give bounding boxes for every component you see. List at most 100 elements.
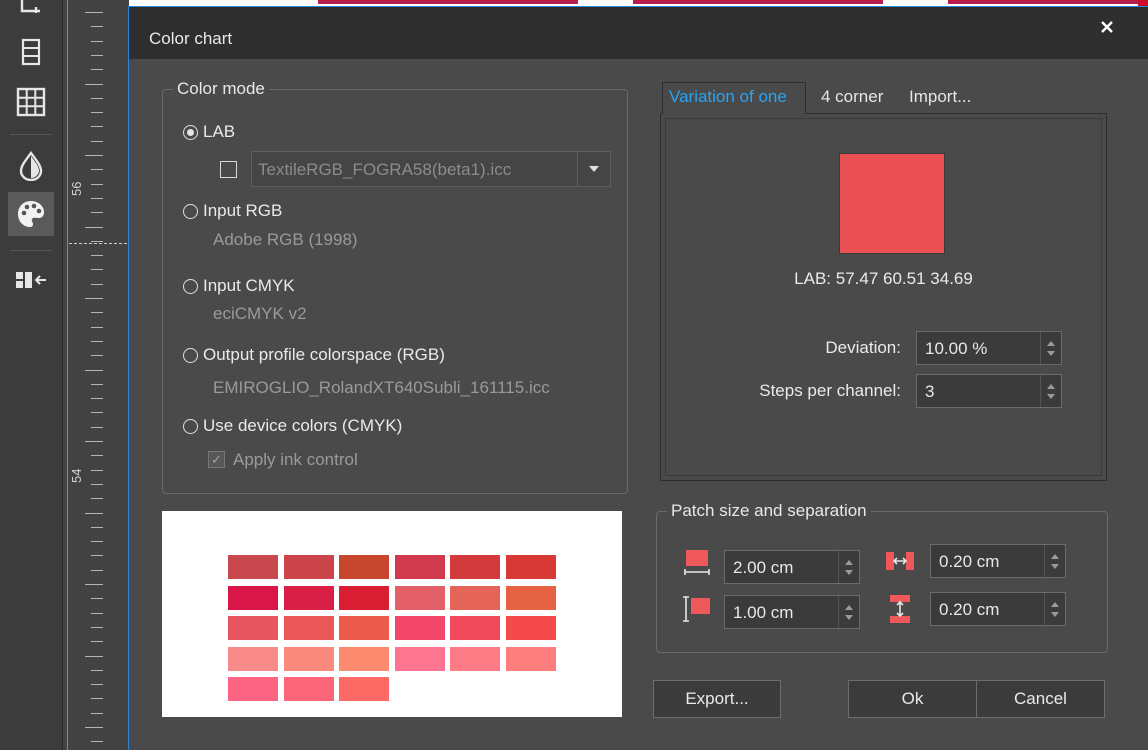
patch-height-value: 1.00 cm <box>733 603 794 622</box>
close-icon <box>1101 21 1113 33</box>
chart-patch <box>228 646 278 671</box>
patch-size-legend: Patch size and separation <box>667 501 871 521</box>
color-chart-dialog: Color chart Color mode LAB TextileRGB_FO… <box>128 6 1148 750</box>
profile-combo[interactable]: TextileRGB_FOGRA58(beta1).icc <box>251 151 611 187</box>
vertical-ruler: 56 54 <box>62 0 129 750</box>
chart-patch <box>228 555 278 579</box>
chart-patch <box>394 585 445 610</box>
export-button[interactable]: Export... <box>653 680 781 718</box>
ruler-label: 54 <box>69 468 84 483</box>
stepper-arrows[interactable] <box>1040 375 1061 407</box>
deviation-label: Deviation: <box>825 338 901 357</box>
patch-size-group: Patch size and separation 2.00 cm 0.20 c… <box>656 501 1108 653</box>
tab-variation-of-one[interactable]: Variation of one <box>669 87 787 107</box>
chart-patch <box>450 646 500 671</box>
vertical-separation-icon <box>890 595 910 623</box>
vertical-separation-stepper[interactable]: 0.20 cm <box>930 592 1066 626</box>
stepper-arrows[interactable] <box>838 551 859 583</box>
chart-patch <box>283 677 334 701</box>
chart-patch <box>339 585 389 610</box>
patch-width-value: 2.00 cm <box>733 558 794 577</box>
chevron-down-icon <box>589 166 599 172</box>
steps-label: Steps per channel: <box>759 381 901 400</box>
chart-patch <box>394 616 445 640</box>
chart-patch <box>505 646 556 671</box>
grid-tool-icon[interactable] <box>8 80 54 124</box>
radio-indicator <box>183 124 198 140</box>
chart-patch <box>339 646 389 671</box>
radio-output-profile[interactable]: Output profile colorspace (RGB) <box>183 345 445 365</box>
chart-patch <box>450 616 500 640</box>
radio-input-rgb[interactable]: Input RGB <box>183 201 282 221</box>
import-panel-icon[interactable] <box>8 258 54 302</box>
apply-ink-checkbox[interactable]: ✓ <box>208 451 225 468</box>
stepper-arrows[interactable] <box>1044 545 1065 577</box>
chart-patch <box>450 555 500 579</box>
radio-device-colors[interactable]: Use device colors (CMYK) <box>183 416 402 436</box>
dialog-titlebar: Color chart <box>129 7 1148 59</box>
steps-stepper[interactable]: 3 <box>916 374 1062 408</box>
input-cmyk-profile: eciCMYK v2 <box>213 304 307 323</box>
radio-input-rgb-label: Input RGB <box>203 201 283 220</box>
horizontal-separation-icon <box>886 552 914 570</box>
stepper-arrows[interactable] <box>838 596 859 628</box>
chart-patch <box>283 616 334 640</box>
ok-button[interactable]: Ok <box>848 680 977 718</box>
chart-patch <box>339 616 389 640</box>
chart-patch <box>283 555 334 579</box>
input-rgb-profile: Adobe RGB (1998) <box>213 230 358 249</box>
chart-patch <box>283 646 334 671</box>
profile-combo-value: TextileRGB_FOGRA58(beta1).icc <box>258 160 512 179</box>
patch-height-stepper[interactable]: 1.00 cm <box>724 595 860 629</box>
layers-tool-icon[interactable] <box>8 30 54 74</box>
deviation-stepper[interactable]: 10.00 % <box>916 331 1062 365</box>
stepper-arrows[interactable] <box>1044 593 1065 625</box>
chart-patch <box>505 555 556 579</box>
radio-lab[interactable]: LAB <box>183 122 235 142</box>
horizontal-separation-stepper[interactable]: 0.20 cm <box>930 544 1066 578</box>
chart-patch <box>505 585 556 610</box>
chart-preview <box>162 511 622 717</box>
profile-checkbox[interactable] <box>220 161 237 178</box>
chart-patch <box>394 555 445 579</box>
chart-patch <box>394 646 445 671</box>
tab-4-corner[interactable]: 4 corner <box>821 87 883 107</box>
radio-indicator <box>183 278 198 294</box>
ink-drop-icon[interactable] <box>8 144 54 188</box>
radio-device-colors-label: Use device colors (CMYK) <box>203 416 403 435</box>
tab-import[interactable]: Import... <box>909 87 971 107</box>
close-button[interactable] <box>1091 11 1123 43</box>
radio-input-cmyk[interactable]: Input CMYK <box>183 276 295 296</box>
radio-input-cmyk-label: Input CMYK <box>203 276 295 295</box>
stepper-arrows[interactable] <box>1040 332 1061 364</box>
deviation-value: 10.00 % <box>925 339 988 358</box>
palette-tool-icon[interactable] <box>8 192 54 236</box>
chart-patch <box>283 585 334 610</box>
patch-width-stepper[interactable]: 2.00 cm <box>724 550 860 584</box>
radio-indicator <box>183 418 198 434</box>
lab-values: LAB: 57.47 60.51 34.69 <box>794 269 973 288</box>
chart-patch <box>505 616 556 640</box>
patch-width-icon <box>684 550 710 575</box>
color-mode-group: Color mode LAB TextileRGB_FOGRA58(beta1)… <box>162 79 628 494</box>
radio-output-profile-label: Output profile colorspace (RGB) <box>203 345 445 364</box>
radio-lab-label: LAB <box>203 122 236 141</box>
horizontal-separation-value: 0.20 cm <box>939 552 1000 571</box>
chart-patch <box>228 616 278 640</box>
apply-ink-label: Apply ink control <box>233 450 358 469</box>
chart-patch <box>228 585 278 610</box>
color-mode-legend: Color mode <box>173 79 269 99</box>
output-profile-name: EMIROGLIO_RolandXT640Subli_161115.icc <box>213 378 550 397</box>
dialog-title: Color chart <box>149 29 233 48</box>
cancel-button[interactable]: Cancel <box>976 680 1105 718</box>
chart-patch <box>450 585 500 610</box>
chart-patch <box>228 677 278 701</box>
combo-dropdown-button[interactable] <box>577 152 610 186</box>
crop-tool-icon[interactable] <box>8 0 54 28</box>
radio-indicator <box>183 347 198 363</box>
base-color-swatch[interactable] <box>839 153 945 254</box>
steps-value: 3 <box>925 382 935 401</box>
radio-indicator <box>183 203 198 219</box>
vertical-separation-value: 0.20 cm <box>939 600 1000 619</box>
ruler-label: 56 <box>69 181 84 196</box>
